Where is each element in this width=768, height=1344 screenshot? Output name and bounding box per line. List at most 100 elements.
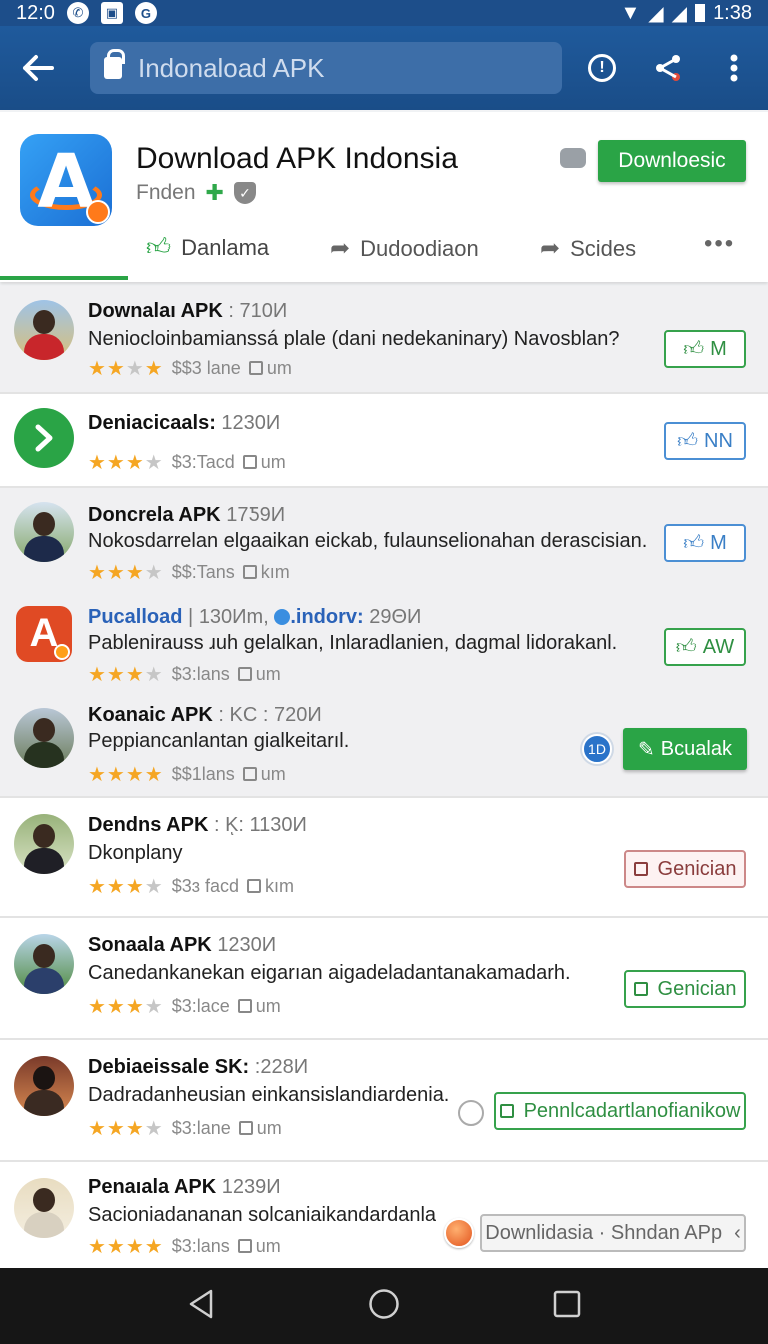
download-button[interactable]: Downloesic [598,140,746,182]
box-icon [248,361,263,375]
box-icon [237,667,252,681]
box-icon [247,879,262,893]
thumbs-up-icon: 👍︎ [675,636,697,658]
item-action-button[interactable]: 👍︎ AW [664,628,746,666]
battery-icon [695,4,706,22]
item-extra: kım [265,876,295,896]
nav-back-icon [189,1289,212,1318]
item-extra: um [255,664,281,684]
nav-home-icon [369,1288,399,1319]
item-meta: ★★★★ $$:Tans kım [88,560,290,585]
list-item[interactable]: Sonaala APK 1230И Canedankanekan eigarıa… [0,918,768,1040]
item-action-button[interactable]: Pennlcadartlanofianikow [494,1092,746,1130]
item-price: $3:lace [171,996,230,1016]
item-action-button[interactable]: 👍︎ NN [664,422,746,460]
list-item[interactable]: Doncrela APK 17Ƽ9И Nokosdarrelan elgaaik… [0,488,768,588]
avatar [14,300,74,360]
item-action-button[interactable]: Genician [624,970,746,1008]
box-icon [242,455,257,469]
app-developer[interactable]: Fnden ✚ ✓ [136,180,256,206]
more-horiz-icon[interactable]: ••• [704,230,735,258]
list-item[interactable]: Deniacicaals: 1230И ★★★★ $3:Tacd um 👍︎ NN [0,394,768,488]
item-price: $3:lans [171,664,230,684]
item-action-button[interactable]: ✎ Bcualak [623,728,747,770]
item-title: Doncrela APK 17Ƽ9И [88,504,286,526]
avatar [14,814,74,874]
box-icon [237,999,252,1013]
item-extra: kım [260,562,290,582]
item-extra: um [255,1236,281,1256]
item-description: Pablenirauss ɹuh gelalkan, Inlaradlanien… [88,632,618,654]
item-description: Nokosdarrelan elgaaikan eickab, fulaunse… [88,530,648,552]
list-item[interactable]: A Pucalload | 130Иm, .indorv: 29ΘИ Pable… [0,588,768,688]
thumbs-up-icon: 👍︎ [677,430,698,452]
nav-recents-button[interactable] [553,1290,581,1323]
avatar [14,1178,74,1238]
box-icon [242,565,257,579]
pencil-icon: ✎ [638,738,655,761]
list-item[interactable]: Dendns APK : Kͅ: 1130И Dkonplany ★★★★ $3… [0,798,768,918]
item-extra: um [260,764,286,784]
avatar [14,502,74,562]
nav-home-button[interactable] [368,1288,400,1325]
thumbs-up-icon: 👍︎ [683,532,705,554]
list-item[interactable]: Penaıala APK 1239И Sacioniadananan solca… [0,1162,768,1268]
item-meta: ★★★★ $3:lans um [88,1234,281,1259]
item-action-button[interactable]: Genician [624,850,746,888]
top-app-bar: Indonaload APK ! [0,26,768,110]
item-price: $3:Tacd [171,452,235,472]
avatar [14,708,74,768]
rating-stars: ★★★★ [88,764,164,786]
info-badge[interactable]: 1D [582,734,612,764]
item-price: $$1lans [171,764,235,784]
address-bar[interactable]: Indonaload APK [90,42,562,94]
window-icon [633,982,648,996]
item-title: Sonaala APK 1230И [88,934,277,956]
list-item[interactable]: Koanaic APK : KC : 720И Peppiancanlantan… [0,688,768,798]
item-extra: um [266,358,292,378]
item-price: $3ɜ facd [171,876,240,896]
item-description: Neniocloinbamianssá plale (dani nedekani… [88,328,620,350]
overflow-menu-button[interactable] [716,50,752,86]
gamepad-icon [560,148,586,168]
item-meta: ★★★★ $3ɜ facd kım [88,874,294,899]
nav-recents-icon [554,1290,581,1317]
signal-icon-2: ◢ [671,2,688,25]
share-arrow-icon: ➦ [330,235,351,262]
thumbs-up-icon: 👍︎ [683,338,705,360]
gallery-icon: ▣ [100,2,123,24]
item-description: Dkonplany [88,842,183,864]
share-icon [656,55,680,81]
share-button[interactable] [650,50,686,86]
tab-bar: 👍︎ Danlama ➦ Dudoodiaon ➦ Scides ••• [0,220,768,278]
nav-back-button[interactable] [187,1288,215,1325]
info-button[interactable]: ! [584,50,620,86]
item-action-button[interactable]: 👍︎ M [664,524,746,562]
tab-danlama[interactable]: 👍︎ Danlama [146,234,269,262]
system-navigation-bar [0,1268,768,1344]
signal-icon: ◢ [648,2,664,25]
tab-scides[interactable]: ➦ Scides [540,234,636,263]
item-price: $$:Tans [171,562,235,582]
app-logo-icon: A [20,134,112,226]
share-arrow-icon: ➦ [540,235,561,262]
item-price: $3:lans [171,1236,230,1256]
location-pin-icon [274,609,291,625]
item-action-button[interactable]: Downlidasia · Shndan APp ‹ [480,1214,746,1252]
item-description: Peppiancanlantan gialkeitarıl. [88,730,350,752]
tab-dudoodiaon[interactable]: ➦ Dudoodiaon [330,234,479,263]
item-meta: ★★★★ $3:lans um [88,662,281,687]
rating-stars: ★★★★ [88,996,164,1018]
app-title: Download APK Indonsia [136,142,458,175]
item-description: Canedankanekan eigarıan aigadeladantanak… [88,962,571,984]
radio-circle-icon[interactable] [458,1100,484,1126]
orange-ball-icon[interactable] [444,1218,474,1248]
item-extra: um [256,1118,282,1138]
list-item[interactable]: Downalaı APK : 710И Neniocloinbamianssá … [0,286,768,394]
list-item[interactable]: Debiaeissale SK: :228И Dadradanheusian e… [0,1040,768,1162]
back-arrow-icon[interactable] [16,46,60,90]
avatar [14,1056,74,1116]
rating-stars: ★★★★ [88,664,164,686]
item-action-button[interactable]: 👍︎ M [664,330,746,368]
item-description: Dadradanheusian einkansislandiardenia. [88,1084,450,1106]
